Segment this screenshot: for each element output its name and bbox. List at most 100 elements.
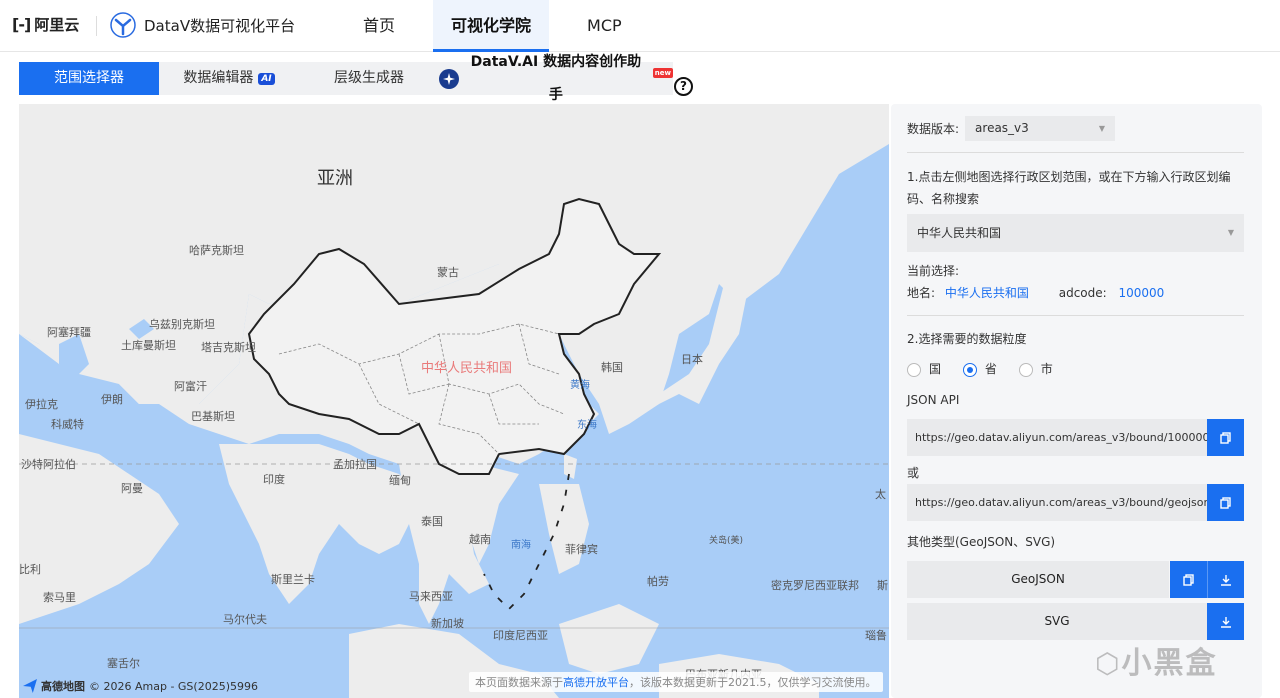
tab-level-generator[interactable]: 层级生成器 [299, 62, 439, 95]
radio-city[interactable]: 市 [1018, 362, 1053, 377]
map-label: 泰国 [421, 515, 443, 528]
step1-instructions: 1.点击左侧地图选择行政区划范围，或在下方输入行政区划编码、名称搜索 [907, 170, 1231, 206]
download-geojson-button[interactable] [1207, 561, 1244, 598]
radio-label: 国 [929, 362, 942, 376]
copy-geojson-button[interactable] [1170, 561, 1207, 598]
datav-ai-icon [439, 68, 459, 89]
map-label: 斯里兰卡 [271, 573, 315, 586]
map-label: 阿塞拜疆 [47, 326, 91, 339]
copy-icon [1219, 496, 1231, 509]
copyright-text: © 2026 Amap - GS(2025)5996 [89, 679, 258, 693]
tab-label: DataV.AI 数据内容创作助手 [470, 53, 642, 103]
json-api-url-field[interactable]: https://geo.datav.aliyun.com/areas_v3/bo… [907, 419, 1207, 456]
nav-home[interactable]: 首页 [345, 0, 413, 52]
tab-datav-ai[interactable]: DataV.AI 数据内容创作助手 new [439, 54, 673, 103]
datav-brand[interactable]: DataV数据可视化平台 [110, 12, 295, 38]
map-label: 印度 [263, 473, 285, 486]
amap-platform-link[interactable]: 高德开放平台 [563, 676, 629, 689]
map-label: 塞舌尔 [107, 657, 140, 670]
other-types-label: 其他类型(GeoJSON、SVG) [907, 535, 1056, 549]
map-label: 亚洲 [317, 168, 353, 189]
map-label: 越南 [469, 533, 491, 546]
map-label: 新加坡 [431, 617, 464, 630]
dropdown-arrow-icon: ▼ [1227, 228, 1234, 237]
copy-url2-button[interactable] [1207, 484, 1244, 521]
tab-range-selector[interactable]: 范围选择器 [19, 62, 159, 95]
top-bar: [-] 阿里云 DataV数据可视化平台 首页 可视化学院 MCP [0, 0, 1280, 52]
data-source-notice: 本页面数据来源于高德开放平台，该版本数据更新于2021.5，仅供学习交流使用。 [469, 672, 883, 692]
map-label: 阿曼 [121, 482, 143, 495]
radio-label: 市 [1040, 362, 1053, 376]
download-icon [1220, 616, 1231, 628]
copy-icon [1219, 431, 1231, 444]
map-label: 太 [875, 488, 886, 501]
gaode-logo-text: 高德地图 [41, 680, 85, 693]
map-label: 韩国 [601, 361, 623, 374]
map-label: 缅甸 [389, 474, 411, 487]
map-label: 南海 [511, 540, 531, 551]
json-api-label: JSON API [907, 393, 960, 407]
map-label: 科威特 [51, 418, 84, 431]
current-selection-row: 地名: 中华人民共和国 adcode: 100000 [907, 282, 1164, 304]
map-label: 日本 [681, 353, 703, 366]
geojson-button[interactable]: GeoJSON [907, 561, 1169, 598]
map-view[interactable]: 亚洲 哈萨克斯坦 蒙古 阿塞拜疆 乌兹别克斯坦 土库曼斯坦 塔吉克斯坦 阿富汗 … [19, 104, 889, 698]
map-label: 印度尼西亚 [493, 629, 548, 642]
notice-text: 本页面数据来源于 [475, 676, 563, 689]
divider [907, 152, 1244, 153]
aliyun-logo[interactable]: [-] 阿里云 [12, 14, 79, 35]
nav-mcp[interactable]: MCP [569, 0, 640, 52]
granularity-radios: 国 省 市 [907, 358, 1053, 380]
map-base [19, 104, 889, 698]
map-label: 黄海 [570, 380, 590, 391]
radio-circle [907, 362, 921, 377]
version-row: 数据版本: areas_v3 ▼ [907, 116, 1116, 141]
svg-button[interactable]: SVG [907, 603, 1207, 640]
geojson-url-field[interactable]: https://geo.datav.aliyun.com/areas_v3/bo… [907, 484, 1207, 521]
ai-badge: AI [258, 72, 275, 85]
radio-label: 省 [984, 362, 997, 376]
map-label: 蒙古 [437, 266, 459, 279]
map-label: 巴基斯坦 [191, 410, 235, 423]
map-label: 马来西亚 [409, 590, 453, 603]
tab-label: 层级生成器 [334, 70, 404, 86]
watermark-logo: ⬡小黑盒 [1095, 638, 1217, 682]
tab-data-editor[interactable]: 数据编辑器 AI [159, 62, 299, 95]
region-search-value: 中华人民共和国 [917, 226, 1002, 240]
settings-panel: 数据版本: areas_v3 ▼ 1.点击左侧地图选择行政区划范围，或在下方输入… [891, 104, 1262, 698]
map-label: 瑙鲁 [865, 629, 887, 642]
map-label: 密克罗尼西亚联邦 [771, 579, 859, 592]
map-label: 索马里 [43, 591, 76, 604]
name-value: 中华人民共和国 [944, 286, 1029, 300]
radio-circle [1018, 362, 1033, 377]
version-label: 数据版本: [907, 122, 960, 136]
header-divider [96, 16, 97, 36]
map-label: 比利 [19, 563, 41, 576]
notice-text: ，该版本数据更新于2021.5，仅供学习交流使用。 [629, 676, 877, 689]
map-label: 孟加拉国 [333, 458, 377, 471]
aliyun-logo-text: 阿里云 [34, 16, 80, 34]
copy-url1-button[interactable] [1207, 419, 1244, 456]
map-label: 帕劳 [647, 575, 669, 588]
region-search-select[interactable]: 中华人民共和国 ▼ [907, 214, 1244, 252]
map-label: 关岛(美) [709, 536, 744, 546]
divider [907, 315, 1244, 316]
help-icon[interactable]: ? [674, 77, 693, 96]
or-label: 或 [907, 466, 920, 480]
map-label: 塔吉克斯坦 [201, 341, 256, 354]
datav-logo-icon [110, 12, 136, 38]
download-icon [1221, 574, 1231, 586]
radio-country[interactable]: 国 [907, 362, 942, 377]
radio-province[interactable]: 省 [962, 362, 997, 377]
brand-name: DataV数据可视化平台 [144, 16, 296, 35]
map-label: 乌兹别克斯坦 [149, 318, 215, 331]
map-label: 伊拉克 [25, 398, 58, 411]
map-label: 土库曼斯坦 [121, 339, 176, 352]
download-svg-button[interactable] [1207, 603, 1244, 640]
version-select[interactable]: areas_v3 ▼ [965, 116, 1116, 141]
tab-label: 数据编辑器 [183, 70, 254, 86]
watermark-text: 小黑盒 [1121, 646, 1218, 681]
aliyun-bracket-icon: [-] [12, 15, 31, 34]
step2-instructions: 2.选择需要的数据粒度 [907, 332, 1027, 346]
nav-academy[interactable]: 可视化学院 [433, 0, 550, 52]
